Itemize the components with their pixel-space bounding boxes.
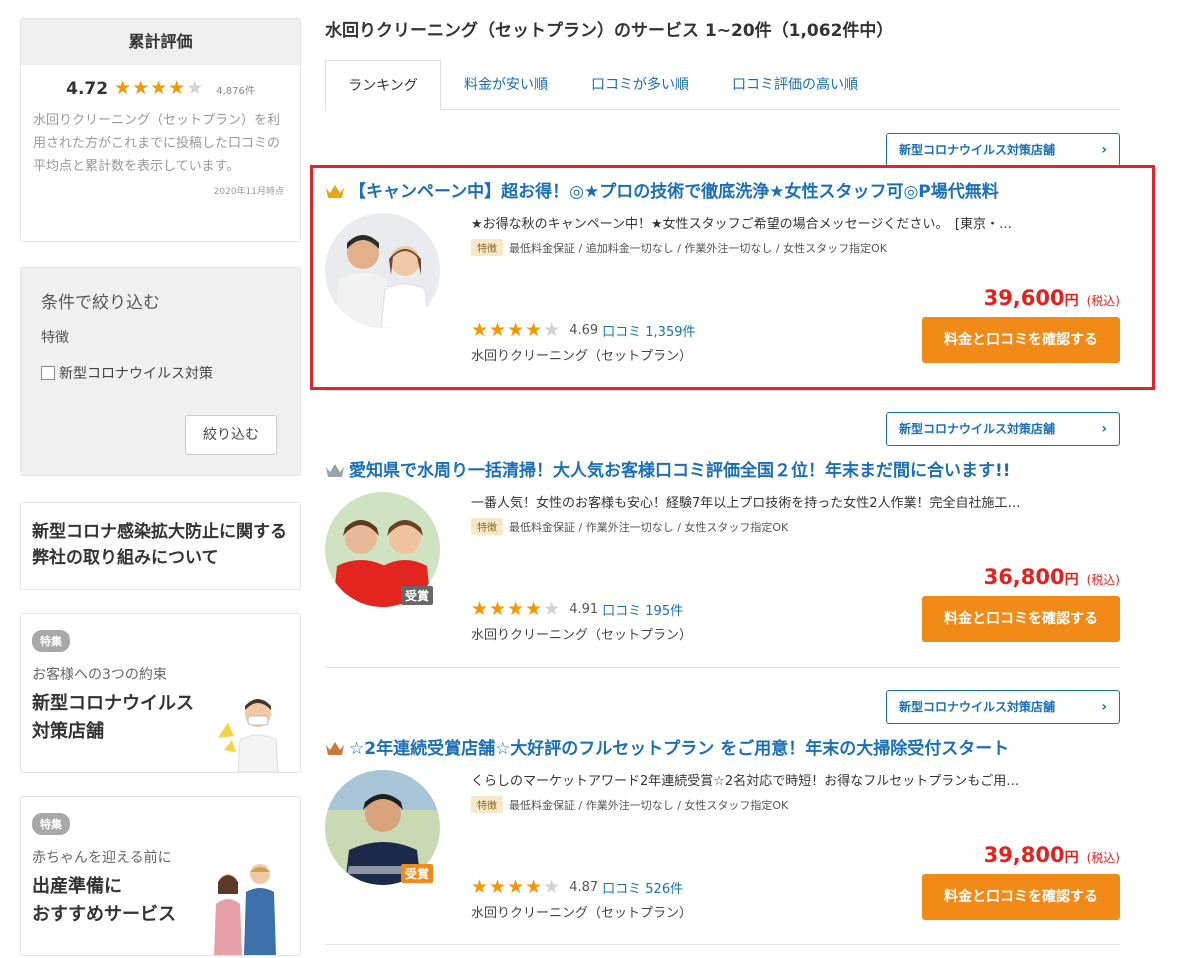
listing-rating: ★★★★★ 4.87 口コミ 526件 [471,876,683,898]
feature-badge: 特集 [32,630,70,652]
chevron-right-icon: › [1101,421,1107,437]
rating-score: 4.87 [569,879,599,895]
chevron-right-icon: › [1101,699,1107,715]
chevron-right-icon: › [1101,142,1107,158]
covid-measures-tag[interactable]: 新型コロナウイルス対策店舗 › [886,690,1120,724]
sidebar: 累計評価 4.72 ★★★★★ 4,876件 水回りクリーニング（セットプラン）… [20,18,301,956]
rating-stars-icon: ★★★★★ [471,598,562,620]
covid-measures-tag[interactable]: 新型コロナウイルス対策店舗 › [886,412,1120,446]
check-price-reviews-button[interactable]: 料金と口コミを確認する [922,596,1120,642]
feature-badge: 特集 [32,813,70,835]
listing-rating: ★★★★★ 4.91 口コミ 195件 [471,598,683,620]
rating-date: 2020年11月時点 [213,187,284,197]
feature-banner-baby[interactable]: 特集 赤ちゃんを迎える前に 出産準備に おすすめサービス [20,796,301,956]
rating-score: 4.91 [569,601,599,617]
rating-stars-icon: ★★★★★ [471,876,562,898]
listing-catchphrase: くらしのマーケットアワード2年連続受賞☆2名対応で時短！お得なフルセットプランも… [471,774,1020,789]
listing-features: 特徴 最低料金保証 / 作業外注一切なし / 女性スタッフ指定OK [471,796,1071,813]
listing-divider [325,944,1120,945]
listing-price: 36,800円 (税込) [983,565,1120,589]
listing-category: 水回りクリーニング（セットプラン） [471,906,693,921]
highlight-box [310,165,1155,390]
feature-subtitle: お客様への3つの約束 [32,667,167,683]
tab-review-count[interactable]: 口コミが多い順 [571,60,709,110]
listing-catchphrase: 一番人気！女性のお客様も安心！経験7年以上プロ技術を持った女性2人作業！完全自社… [471,496,1021,511]
listing-category: 水回りクリーニング（セットプラン） [471,628,693,643]
award-badge: 受賞 [401,864,434,883]
filter-title: 条件で絞り込む [41,293,160,313]
crown-rank-2-icon [326,464,344,477]
staff-mask-illustration-icon [218,699,279,772]
tab-ranking[interactable]: ランキング [325,60,441,111]
feature-label-badge: 特徴 [471,796,503,813]
feature-banner-covid[interactable]: 特集 お客様への3つの約束 新型コロナウイルス 対策店舗 [20,613,301,773]
rating-stars-icon: ★★★★★ [114,77,205,99]
listing-price: 39,800円 (税込) [983,843,1120,867]
rating-score: 4.72 [66,79,109,99]
tab-review-score[interactable]: 口コミ評価の高い順 [712,60,878,110]
rating-summary: 4.72 ★★★★★ 4,876件 [21,77,300,99]
listing-divider [325,667,1120,668]
listing-title[interactable]: 愛知県で水周り一括清掃！大人気お客様口コミ評価全国２位！年末まだ間に合います!! [325,456,1120,481]
tab-price-low[interactable]: 料金が安い順 [444,60,568,110]
filter-panel: 条件で絞り込む 特徴 新型コロナウイルス対策 絞り込む [20,267,301,476]
listing-title[interactable]: ☆2年連続受賞店舗☆大好評のフルセットプラン をご用意！年末の大掃除受付スタート [325,734,1120,759]
filter-subtitle: 特徴 [41,330,69,346]
listing-divider [325,390,1120,391]
covid-filter-checkbox[interactable]: 新型コロナウイルス対策 [41,363,280,383]
rating-description: 水回りクリーニング（セットプラン）を利用された方がこれまでに投稿した口コミの平均… [33,113,281,174]
cumulative-rating-card: 累計評価 4.72 ★★★★★ 4,876件 水回りクリーニング（セットプラン）… [20,18,301,242]
couple-illustration-icon [214,864,276,955]
review-count-link[interactable]: 口コミ 526件 [602,878,683,897]
corona-notice-text: 新型コロナ感染拡大防止に関する弊社の取り組みについて [32,522,287,568]
award-badge: 受賞 [401,586,434,605]
corona-notice-link[interactable]: 新型コロナ感染拡大防止に関する弊社の取り組みについて [20,502,301,590]
listing-features: 特徴 最低料金保証 / 作業外注一切なし / 女性スタッフ指定OK [471,518,1071,535]
feature-label-badge: 特徴 [471,518,503,535]
page-title: 水回りクリーニング（セットプラン）のサービス 1~20件（1,062件中） [325,21,894,41]
covid-filter-label: 新型コロナウイルス対策 [59,366,213,382]
sort-tabs: ランキング 料金が安い順 口コミが多い順 口コミ評価の高い順 [325,60,1120,111]
covid-measures-tag[interactable]: 新型コロナウイルス対策店舗 › [886,133,1120,167]
review-count-link[interactable]: 口コミ 195件 [602,600,683,619]
rating-count: 4,876件 [216,86,255,97]
check-price-reviews-button[interactable]: 料金と口コミを確認する [922,874,1120,920]
checkbox-icon[interactable] [41,366,55,380]
crown-rank-3-icon [326,742,344,755]
filter-submit-button[interactable]: 絞り込む [185,415,277,455]
rating-heading: 累計評価 [21,19,300,65]
